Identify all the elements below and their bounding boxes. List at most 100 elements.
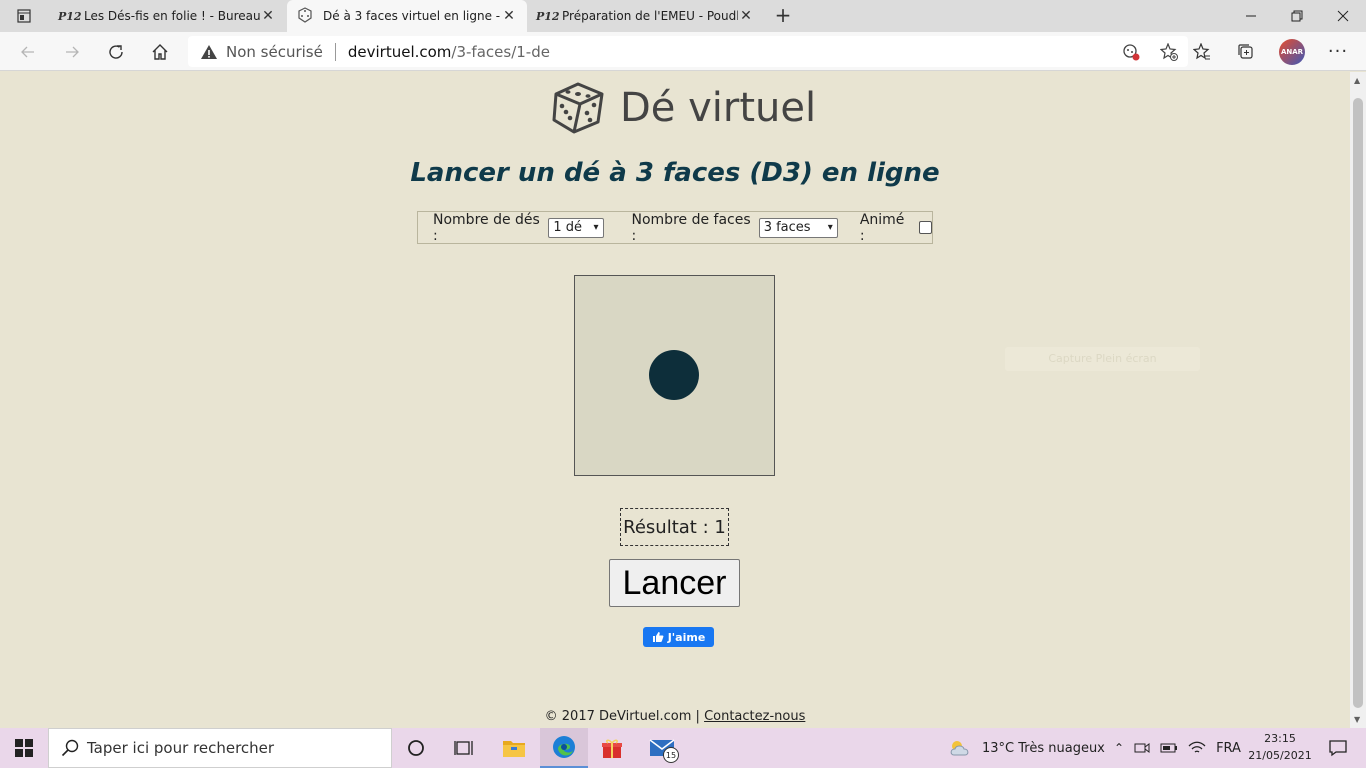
search-placeholder: Taper ici pour rechercher [87, 739, 275, 757]
taskbar-edge[interactable] [540, 728, 588, 768]
tab-emeu[interactable]: P12 Préparation de l'EMEU - Poudlard ✕ [526, 0, 764, 32]
start-button[interactable] [0, 728, 48, 768]
contact-link[interactable]: Contactez-nous [704, 709, 805, 724]
system-tray: ⌃ FRA [1114, 728, 1241, 768]
address-divider [334, 42, 336, 61]
notification-center-button[interactable] [1318, 728, 1358, 768]
chevron-down-icon: ▾ [593, 222, 599, 233]
copyright-text: © 2017 DeVirtuel.com | [544, 709, 700, 724]
more-options-icon: ··· [1327, 41, 1349, 62]
close-tab-icon[interactable]: ✕ [501, 8, 517, 24]
security-status[interactable]: Non sécurisé [226, 43, 323, 61]
tracking-prevention-icon[interactable] [1122, 43, 1140, 61]
taskbar-gift-app[interactable] [588, 728, 636, 768]
minimize-button[interactable] [1228, 0, 1274, 32]
warning-icon[interactable] [200, 44, 218, 60]
notification-icon [1329, 740, 1347, 757]
windows-taskbar: Taper ici pour rechercher 15 13°C Très n… [0, 728, 1366, 768]
taskbar-search-box[interactable]: Taper ici pour rechercher [48, 728, 392, 768]
animated-checkbox[interactable] [919, 221, 932, 234]
tab-title: Les Dés-fis en folie ! - Bureau de [84, 9, 260, 23]
cortana-button[interactable] [392, 728, 440, 768]
url-host: devirtuel.com [347, 42, 452, 61]
dice-count-value: 1 dé [553, 220, 583, 235]
meet-now-icon[interactable] [1134, 741, 1150, 755]
chevron-up-icon[interactable]: ⌃ [1114, 741, 1124, 755]
new-tab-button[interactable]: + [771, 0, 795, 32]
close-window-button[interactable] [1320, 0, 1366, 32]
settings-menu-button[interactable]: ··· [1318, 32, 1358, 71]
wifi-icon[interactable] [1188, 741, 1206, 755]
add-favorite-icon[interactable] [1160, 42, 1178, 61]
clock-time: 23:15 [1264, 732, 1296, 745]
tab-actions-button[interactable] [0, 0, 48, 32]
tab-des-fis[interactable]: P12 Les Dés-fis en folie ! - Bureau de ✕ [48, 0, 286, 32]
taskbar-mail[interactable]: 15 [638, 728, 686, 768]
page-scrollbar[interactable]: ▲ ▼ [1350, 72, 1366, 728]
tab-strip: P12 Les Dés-fis en folie ! - Bureau de ✕… [0, 0, 1366, 32]
back-button[interactable] [8, 32, 48, 71]
home-button[interactable] [140, 32, 180, 71]
page-subtitle: Lancer un dé à 3 faces (D3) en ligne [410, 158, 940, 188]
url-path: /3-faces/1-de [451, 42, 550, 61]
profile-avatar: ANAR [1279, 38, 1305, 65]
weather-text: 13°C Très nuageux [982, 740, 1105, 756]
restore-icon [1291, 10, 1303, 22]
windows-logo-icon [15, 739, 33, 757]
web-page: Dé virtuel Lancer un dé à 3 faces (D3) e… [0, 72, 1350, 728]
mail-count-badge: 15 [663, 747, 679, 763]
weather-cloud-icon [950, 741, 969, 756]
site-title: Dé virtuel [620, 85, 817, 131]
address-actions [1122, 36, 1178, 67]
collections-icon [1238, 43, 1253, 59]
profile-button[interactable]: ANAR [1272, 32, 1312, 71]
faces-label: Nombre de faces : [631, 211, 751, 244]
refresh-icon [109, 44, 123, 59]
scroll-thumb[interactable] [1353, 98, 1363, 708]
forward-arrow-icon [66, 46, 79, 57]
address-bar[interactable]: Non sécurisé devirtuel.com/3-faces/1-de [188, 36, 1188, 67]
dice-favicon-icon [297, 6, 315, 26]
task-view-button[interactable] [440, 728, 488, 768]
animated-label: Animé : [859, 211, 905, 244]
p12-favicon-icon: P12 [58, 9, 82, 23]
collections-button[interactable] [1226, 32, 1266, 71]
forward-button[interactable] [52, 32, 92, 71]
close-tab-icon[interactable]: ✕ [738, 8, 754, 24]
dice-count-select[interactable]: 1 dé ▾ [548, 217, 604, 238]
weather-widget[interactable]: 13°C Très nuageux [948, 728, 1105, 768]
dice-count-label: Nombre de dés : [433, 211, 540, 244]
task-view-icon [454, 741, 473, 755]
dice-logo-icon [552, 82, 604, 134]
faces-value: 3 faces [763, 220, 811, 235]
tab-actions-icon [17, 9, 31, 23]
battery-icon[interactable] [1160, 742, 1178, 754]
language-indicator[interactable]: FRA [1216, 741, 1241, 756]
page-footer: © 2017 DeVirtuel.com | Contactez-nous [0, 709, 1350, 724]
taskbar-file-explorer[interactable] [490, 728, 538, 768]
p12-favicon-icon: P12 [536, 9, 560, 23]
home-icon [152, 43, 168, 60]
close-tab-icon[interactable]: ✕ [260, 8, 276, 24]
scroll-up-icon[interactable]: ▲ [1354, 76, 1360, 85]
faces-select[interactable]: 3 faces ▾ [758, 217, 838, 238]
fullscreen-capture-overlay[interactable]: Capture Plein écran [1005, 347, 1200, 371]
tab-de-virtuel[interactable]: Dé à 3 faces virtuel en ligne - D3 ✕ [287, 0, 527, 32]
back-arrow-icon [21, 46, 34, 57]
refresh-button[interactable] [96, 32, 136, 71]
like-label: J'aime [667, 630, 706, 644]
close-icon [1337, 10, 1349, 22]
browser-toolbar: Non sécurisé devirtuel.com/3-faces/1-de … [0, 32, 1366, 71]
die-pip [649, 350, 699, 400]
site-header[interactable]: Dé virtuel [550, 78, 816, 138]
result-display: Résultat : 1 [620, 508, 729, 546]
facebook-like-button[interactable]: J'aime [643, 627, 714, 647]
restore-button[interactable] [1274, 0, 1320, 32]
thumbs-up-icon [652, 632, 664, 642]
minimize-icon [1246, 15, 1256, 17]
favorites-button[interactable] [1182, 32, 1222, 71]
cortana-icon [408, 740, 424, 756]
roll-button[interactable]: Lancer [609, 559, 740, 607]
scroll-down-icon[interactable]: ▼ [1354, 715, 1360, 724]
taskbar-clock[interactable]: 23:15 21/05/2021 [1245, 730, 1315, 764]
